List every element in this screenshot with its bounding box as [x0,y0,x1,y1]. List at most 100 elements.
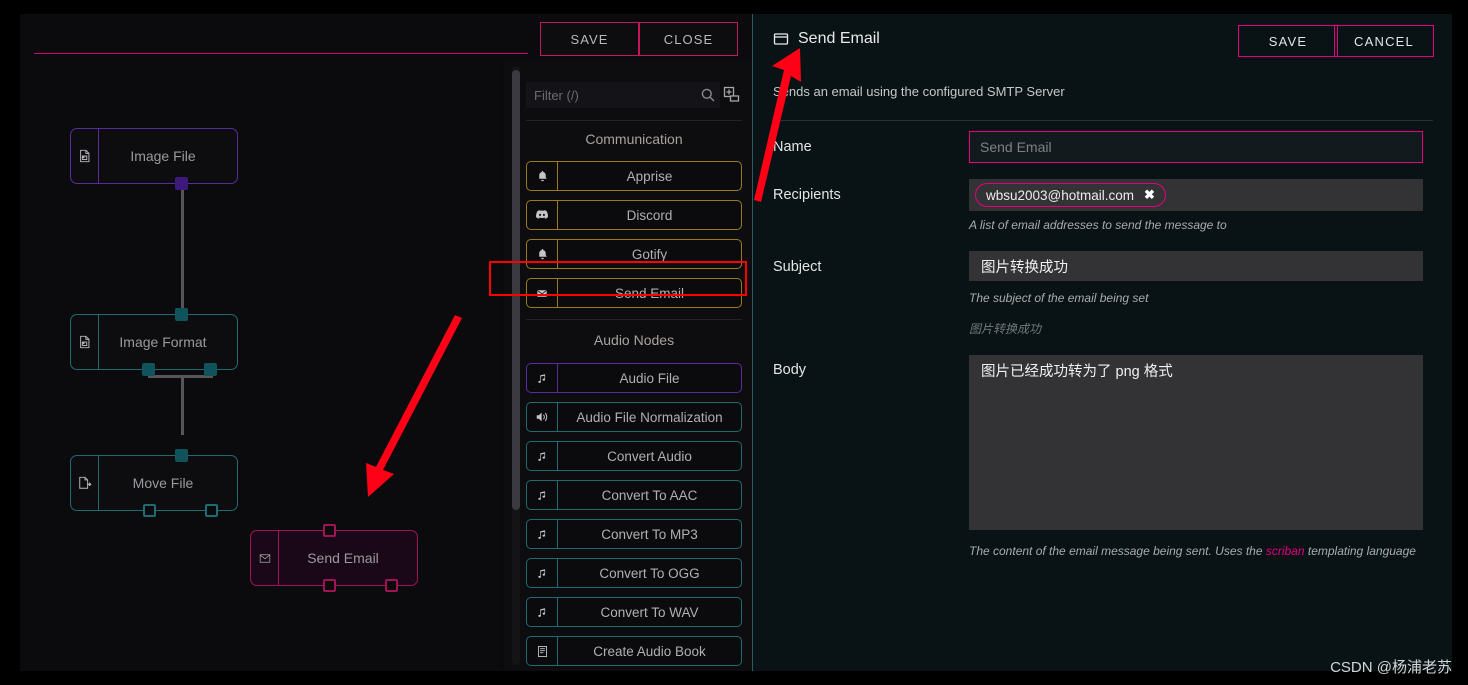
palette-item-label: Audio File Normalization [576,409,723,425]
palette-item-convert-to-wav[interactable]: Convert To WAV [526,597,742,627]
watermark: CSDN @杨浦老苏 [1330,659,1452,676]
recipient-chip[interactable]: wbsu2003@hotmail.com ✖ [975,183,1166,207]
canvas-node-label: Image File [130,148,196,164]
field-help-subject: The subject of the email being set [969,291,1149,305]
music-note-icon [527,442,558,470]
port-move-file-out-2[interactable] [205,504,218,517]
node-properties-panel: Send Email SAVE CANCEL Sends an email us… [752,14,1452,671]
collapse-all-icon[interactable] [722,85,742,105]
port-image-file-out[interactable] [175,177,188,190]
palette-item-convert-audio[interactable]: Convert Audio [526,441,742,471]
body-textarea[interactable] [969,355,1423,530]
field-help-body-after: templating language [1304,544,1416,558]
field-help-recipients: A list of email addresses to send the me… [969,218,1227,232]
envelope-icon [251,531,279,585]
app-root: SAVE CLOSE Image File Image Format Move … [0,0,1468,685]
port-image-format-out-2[interactable] [204,363,217,376]
chip-remove-icon[interactable]: ✖ [1144,187,1155,203]
filter-input[interactable] [526,82,720,108]
palette-item-apprise[interactable]: Apprise [526,161,742,191]
edge-imagefile-to-imageformat [181,180,184,310]
port-image-format-out-1[interactable] [142,363,155,376]
recipients-input[interactable]: wbsu2003@hotmail.com ✖ [969,179,1423,211]
field-label-name: Name [773,139,812,155]
palette-item-label: Convert To MP3 [601,526,698,542]
editor-save-button[interactable]: SAVE [540,22,639,56]
move-file-icon [71,456,99,510]
speaker-icon [527,403,558,431]
music-note-icon [527,481,558,509]
flow-canvas[interactable]: Image File Image Format Move File Send E… [20,60,500,671]
properties-save-button[interactable]: SAVE [1238,25,1338,57]
properties-description: Sends an email using the configured SMTP… [773,84,1065,99]
palette-item-label: Convert To OGG [599,565,700,581]
editor-close-button[interactable]: CLOSE [639,22,738,56]
field-help-body-before: The content of the email message being s… [969,544,1266,558]
music-note-icon [527,520,558,548]
port-move-file-out-1[interactable] [143,504,156,517]
music-note-icon [527,364,558,392]
flow-editor-window: SAVE CLOSE Image File Image Format Move … [20,14,752,671]
field-label-body: Body [773,362,807,378]
window-panel-icon [773,33,789,45]
recipient-chip-label: wbsu2003@hotmail.com [986,187,1135,203]
properties-cancel-button[interactable]: CANCEL [1334,25,1434,57]
field-label-recipients: Recipients [773,187,841,203]
properties-title-text: Send Email [798,30,880,47]
name-input[interactable] [969,131,1423,163]
palette-item-convert-to-mp3[interactable]: Convert To MP3 [526,519,742,549]
palette-item-gotify[interactable]: Gotify [526,239,742,269]
bell-icon [527,162,558,190]
palette-item-label: Audio File [619,370,680,386]
palette-item-audio-file[interactable]: Audio File [526,363,742,393]
port-send-email-out-1[interactable] [323,579,336,592]
flow-name-input[interactable] [34,20,528,54]
editor-toolbar: SAVE CLOSE [20,14,752,60]
palette-item-label: Send Email [614,285,685,301]
field-help-subject-preview: 图片转换成功 [969,322,1042,336]
node-palette: Communication Apprise Discord [504,60,752,671]
palette-item-audio-file-normalization[interactable]: Audio File Normalization [526,402,742,432]
canvas-node-label: Move File [132,475,194,491]
canvas-node-label: Send Email [307,550,379,566]
music-note-icon [527,598,558,626]
canvas-node-label: Image Format [119,334,207,350]
palette-item-label: Create Audio Book [593,643,706,659]
canvas-node-image-file[interactable]: Image File [70,128,238,184]
image-file-icon [71,129,99,183]
palette-item-label: Convert To WAV [600,604,699,620]
palette-item-label: Discord [626,207,673,223]
properties-divider [773,120,1433,121]
scriban-link[interactable]: scriban [1266,544,1305,558]
port-image-format-in[interactable] [175,308,188,321]
palette-divider-mid [526,319,742,320]
palette-divider-top [526,120,742,121]
port-move-file-in[interactable] [175,449,188,462]
subject-input[interactable] [969,251,1423,281]
palette-item-send-email[interactable]: Send Email [526,278,742,308]
palette-item-convert-to-aac[interactable]: Convert To AAC [526,480,742,510]
field-label-subject: Subject [773,259,822,275]
properties-title: Send Email [773,30,880,48]
palette-item-label: Convert To AAC [601,487,698,503]
palette-item-label: Convert Audio [607,448,692,464]
palette-scrollbar-thumb[interactable] [512,70,520,510]
envelope-icon [527,279,558,307]
palette-item-discord[interactable]: Discord [526,200,742,230]
canvas-node-move-file[interactable]: Move File [70,455,238,511]
palette-group-title-communication: Communication [585,131,683,147]
palette-group-title-audio: Audio Nodes [593,332,675,348]
palette-item-label: Apprise [626,168,673,184]
book-icon [527,637,558,665]
discord-icon [527,201,558,229]
palette-item-create-audio-book[interactable]: Create Audio Book [526,636,742,666]
canvas-node-image-format[interactable]: Image Format [70,314,238,370]
palette-item-convert-to-ogg[interactable]: Convert To OGG [526,558,742,588]
port-send-email-in[interactable] [323,524,336,537]
bell-icon [527,240,558,268]
music-note-icon [527,559,558,587]
port-send-email-out-2[interactable] [385,579,398,592]
palette-filter-row [526,82,742,108]
edge-join-to-movefile [181,375,184,435]
canvas-node-send-email[interactable]: Send Email [250,530,418,586]
